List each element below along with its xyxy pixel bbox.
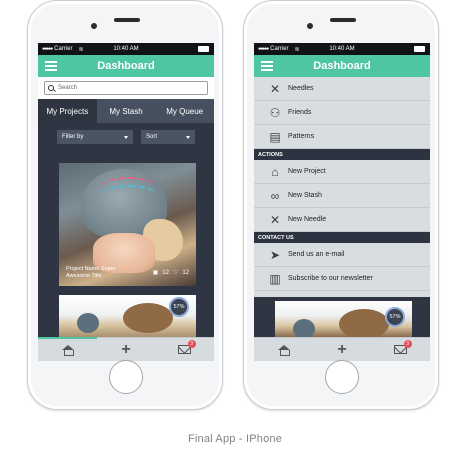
side-menu: ✕ Needles ⚇ Friends ▤ Patterns ACTIONS ⌂… bbox=[254, 77, 430, 297]
screen: ●●●●● Carrier ≋ 10:40 AM Dashboard ✕ Nee… bbox=[254, 43, 430, 361]
section-header-actions: ACTIONS bbox=[254, 149, 430, 160]
bottom-nav: + 3 bbox=[38, 337, 214, 361]
search-input[interactable]: Search bbox=[44, 81, 208, 95]
new-needle-icon: ✕ bbox=[269, 213, 281, 227]
nav-messages[interactable]: 3 bbox=[155, 338, 214, 361]
project-stats: ▣ 12 ♡ 12 bbox=[152, 269, 189, 277]
menu-item-new-project[interactable]: ⌂ New Project bbox=[254, 160, 430, 184]
menu-item-label: New Project bbox=[288, 168, 326, 175]
home-button[interactable] bbox=[109, 360, 143, 394]
project-photo bbox=[123, 303, 173, 333]
speaker bbox=[330, 18, 356, 22]
friends-icon: ⚇ bbox=[269, 106, 281, 120]
project-title: Project Name Super Awesome Title bbox=[66, 266, 116, 279]
projects-content: Filter by Sort Project Name Super Awesom… bbox=[38, 123, 214, 345]
chevron-down-icon bbox=[124, 135, 128, 139]
phone-left: ●●●●● Carrier ≋ 10:40 AM Dashboard Searc… bbox=[27, 0, 223, 410]
notification-badge: 3 bbox=[187, 340, 196, 348]
project-photo bbox=[77, 313, 99, 333]
home-icon bbox=[277, 344, 290, 356]
nav-home[interactable] bbox=[38, 337, 97, 361]
app-bar: Dashboard bbox=[38, 55, 214, 77]
bottom-nav: + 3 bbox=[254, 337, 430, 361]
battery-icon bbox=[414, 46, 425, 52]
menu-item-newsletter[interactable]: ▥ Subscribe to our newsletter bbox=[254, 267, 430, 291]
nav-messages[interactable]: 3 bbox=[371, 338, 430, 361]
menu-item-label: Subscribe to our newsletter bbox=[288, 275, 373, 282]
newsletter-icon: ▥ bbox=[269, 272, 281, 286]
like-count: 12 bbox=[182, 269, 189, 276]
project-card[interactable]: 57% bbox=[275, 301, 412, 337]
screen: ●●●●● Carrier ≋ 10:40 AM Dashboard Searc… bbox=[38, 43, 214, 361]
filter-dropdown[interactable]: Filter by bbox=[57, 130, 133, 144]
phone-right: ●●●●● Carrier ≋ 10:40 AM Dashboard ✕ Nee… bbox=[243, 0, 439, 410]
progress-badge: 57% bbox=[169, 297, 189, 317]
speaker bbox=[114, 18, 140, 22]
camera bbox=[307, 23, 313, 29]
heart-icon[interactable]: ♡ bbox=[173, 269, 178, 276]
send-icon: ➤ bbox=[269, 248, 281, 262]
tab-bar: My Projects My Stash My Queue bbox=[38, 99, 214, 123]
needles-icon: ✕ bbox=[269, 82, 281, 96]
menu-icon[interactable] bbox=[261, 61, 273, 71]
search-icon bbox=[48, 85, 54, 91]
project-photo bbox=[293, 319, 315, 337]
photo-icon: ▣ bbox=[152, 270, 159, 276]
menu-item-label: New Needle bbox=[288, 216, 327, 223]
menu-item-email[interactable]: ➤ Send us an e-mail bbox=[254, 243, 430, 267]
tab-my-projects[interactable]: My Projects bbox=[38, 99, 97, 123]
page-title: Dashboard bbox=[97, 60, 155, 72]
chevron-down-icon bbox=[186, 135, 190, 139]
sort-dropdown[interactable]: Sort bbox=[141, 130, 195, 144]
menu-icon[interactable] bbox=[45, 61, 57, 71]
nav-add[interactable]: + bbox=[313, 338, 372, 361]
project-photo bbox=[339, 309, 389, 337]
plus-icon: + bbox=[121, 340, 131, 358]
status-time: 10:40 AM bbox=[329, 46, 355, 52]
menu-item-needles[interactable]: ✕ Needles bbox=[254, 77, 430, 101]
menu-item-label: New Stash bbox=[288, 192, 322, 199]
hat-stripe bbox=[99, 185, 159, 209]
nav-home[interactable] bbox=[254, 338, 313, 361]
tab-my-queue[interactable]: My Queue bbox=[155, 99, 214, 123]
menu-item-label: Needles bbox=[288, 85, 314, 92]
status-time: 10:40 AM bbox=[113, 46, 139, 52]
menu-item-new-needle[interactable]: ✕ New Needle bbox=[254, 208, 430, 232]
home-button[interactable] bbox=[325, 360, 359, 394]
notification-badge: 3 bbox=[403, 340, 412, 348]
new-stash-icon: ∞ bbox=[270, 189, 280, 203]
sort-label: Sort bbox=[146, 134, 158, 140]
home-icon bbox=[61, 344, 74, 356]
menu-item-label: Patterns bbox=[288, 133, 315, 140]
search-row: Search bbox=[38, 77, 214, 99]
status-bar: ●●●●● Carrier ≋ 10:40 AM bbox=[38, 43, 214, 55]
menu-item-label: Friends bbox=[288, 109, 312, 116]
patterns-icon: ▤ bbox=[269, 130, 281, 144]
caption: Final App - IPhone bbox=[187, 433, 283, 445]
menu-item-new-stash[interactable]: ∞ New Stash bbox=[254, 184, 430, 208]
page-title: Dashboard bbox=[313, 60, 371, 72]
photo-count: 12 bbox=[162, 269, 169, 276]
new-project-icon: ⌂ bbox=[271, 165, 279, 179]
project-card[interactable]: Project Name Super Awesome Title ▣ 12 ♡ … bbox=[59, 163, 196, 286]
status-bar: ●●●●● Carrier ≋ 10:40 AM bbox=[254, 43, 430, 55]
tab-my-stash[interactable]: My Stash bbox=[97, 99, 156, 123]
camera bbox=[91, 23, 97, 29]
nav-add[interactable]: + bbox=[97, 338, 156, 361]
plus-icon: + bbox=[337, 340, 347, 358]
menu-item-patterns[interactable]: ▤ Patterns bbox=[254, 125, 430, 149]
battery-icon bbox=[198, 46, 209, 52]
section-header-contact: CONTACT US bbox=[254, 232, 430, 243]
progress-badge: 57% bbox=[385, 307, 405, 327]
search-placeholder: Search bbox=[58, 85, 78, 91]
menu-item-friends[interactable]: ⚇ Friends bbox=[254, 101, 430, 125]
filter-row: Filter by Sort bbox=[38, 123, 214, 144]
app-bar: Dashboard bbox=[254, 55, 430, 77]
filter-label: Filter by bbox=[62, 134, 84, 140]
menu-item-label: Send us an e-mail bbox=[288, 251, 345, 258]
